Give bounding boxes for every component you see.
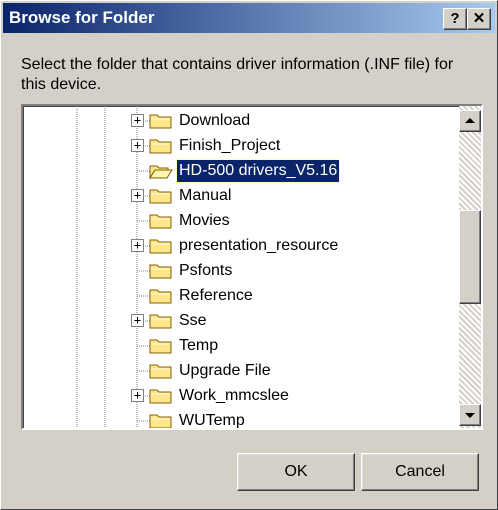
tree-item-label: Download [179,112,251,129]
scroll-up-arrow-icon [465,118,475,123]
folder-icon [149,189,172,204]
folder-icon [149,289,172,304]
scroll-up-button[interactable] [459,110,481,132]
tree-item-label: Upgrade File [179,362,271,379]
cancel-button[interactable]: Cancel [361,453,479,491]
folder-icon [149,214,172,229]
folder-icon [149,264,172,279]
scroll-down-arrow-icon [465,413,475,418]
folder-icon [149,114,172,129]
vertical-scrollbar[interactable] [459,106,481,428]
folder-icon [149,139,172,154]
scroll-down-button[interactable] [459,404,481,426]
tree-item-label: Movies [179,212,230,229]
close-button[interactable]: ✕ [467,8,491,30]
tree-item-label: Reference [179,287,253,304]
tree-item-label: Work_mmcslee [179,387,289,404]
title-bar[interactable]: Browse for Folder ? ✕ [3,3,495,33]
folder-icon [149,389,172,404]
folder-tree[interactable]: + Download + Finish_Project HD-500 drivers_V… [21,104,483,430]
ok-button[interactable]: OK [237,453,355,491]
folder-icon [149,414,172,428]
tree-item-label: Sse [179,312,207,329]
tree-item-label: Manual [179,187,232,204]
scroll-thumb[interactable] [459,210,481,304]
open-folder-icon [149,165,173,180]
folder-icon [149,314,172,329]
expand-toggle[interactable]: + [131,314,144,327]
browse-folder-dialog: Browse for Folder ? ✕ Select the folder … [0,0,498,510]
tree-item-label: Psfonts [179,262,233,279]
tree-item-label: Finish_Project [179,137,281,154]
expand-toggle[interactable]: + [131,139,144,152]
tree-item-label: WUTemp [179,412,245,429]
instruction-text: Select the folder that contains driver i… [21,56,454,93]
help-button[interactable]: ? [443,8,467,30]
tree-item-label: HD-500 drivers_V5.16 [175,159,341,183]
expand-toggle[interactable]: + [131,189,144,202]
folder-icon [149,239,172,254]
expand-toggle[interactable]: + [131,114,144,127]
expand-toggle[interactable]: + [131,239,144,252]
expand-toggle[interactable]: + [131,389,144,402]
tree-item-label: presentation_resource [179,237,339,254]
dialog-title: Browse for Folder [9,8,155,27]
folder-icon [149,364,172,379]
tree-item-label: Temp [179,337,219,354]
folder-icon [149,339,172,354]
